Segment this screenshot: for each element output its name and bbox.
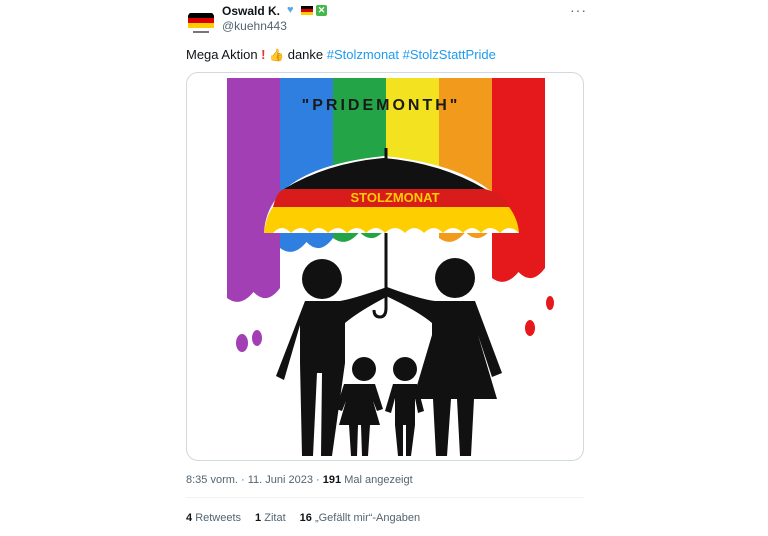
avatar-caption-mark [193,31,209,33]
retweets-count: 4 [186,512,193,524]
divider [186,497,584,498]
hashtag-link[interactable]: #Stolzmonat [327,47,399,62]
quotes-stat[interactable]: 1 Zitat [255,512,286,524]
author-badges: ♥ ✕ [287,5,327,16]
rainbow-stripe [227,78,280,302]
paint-drip [546,296,554,310]
more-options-icon[interactable]: ··· [570,2,587,18]
german-flag-icon [301,6,313,15]
tweet-text-middle: danke [287,47,324,62]
paint-drip [525,320,535,336]
blue-heart-icon: ♥ [287,4,294,16]
pride-umbrella-illustration: "PRIDEMONTH" STOLZMONAT [227,78,554,456]
retweets-label: Retweets [195,512,242,524]
tweet-card: Oswald K. ♥ ✕ @kuehn443 ··· Mega Aktion … [0,0,768,536]
thumbs-up-icon: 👍 [269,48,285,62]
quotes-count: 1 [255,512,262,524]
paint-drip [252,330,262,346]
tweet-metadata: 8:35 vorm. · 11. Juni 2023 · 191 Mal ang… [186,474,413,486]
hashtag-link[interactable]: #StolzStattPride [403,47,496,62]
quotes-label: Zitat [264,512,286,524]
engagement-stats: 4 Retweets 1 Zitat 16 „Gefällt mir“-Anga… [186,512,420,524]
tweet-image[interactable]: "PRIDEMONTH" STOLZMONAT [186,72,584,461]
likes-count: 16 [299,512,312,524]
author-display-name[interactable]: Oswald K. [222,4,280,18]
stolzmonat-label: STOLZMONAT [350,190,439,205]
likes-label: „Gefällt mir“-Angaben [314,512,421,524]
rainbow-stripe [492,78,545,282]
tweet-text: Mega Aktion ! 👍 danke #Stolzmonat #Stolz… [186,47,496,62]
author-handle[interactable]: @kuehn443 [222,19,287,33]
views-label: Mal angezeigt [344,474,413,486]
green-x-icon: ✕ [316,5,327,16]
retweets-stat[interactable]: 4 Retweets [186,512,241,524]
pridemonth-heading: "PRIDEMONTH" [302,97,461,114]
german-flag-icon [188,13,214,28]
views-count: 191 [322,474,342,486]
exclamation-icon: ! [261,47,266,62]
family-figures [276,258,502,456]
tweet-text-prefix: Mega Aktion [186,47,258,62]
likes-stat[interactable]: 16 „Gefällt mir“-Angaben [300,512,420,524]
tweet-timestamp[interactable]: 8:35 vorm. · 11. Juni 2023 · [186,474,320,486]
paint-drip [236,334,248,352]
avatar[interactable] [186,8,216,38]
